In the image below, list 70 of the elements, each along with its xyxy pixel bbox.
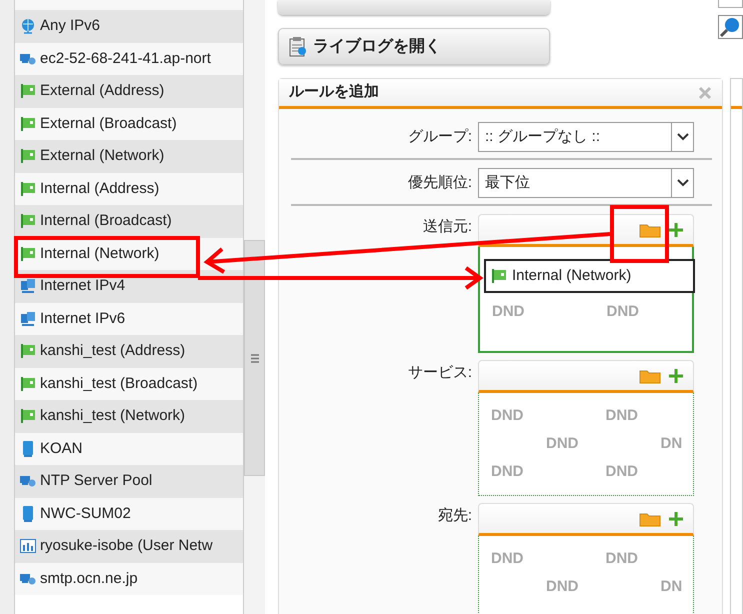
list-item[interactable]: Internal (Broadcast) [15,205,243,238]
list-item[interactable]: NWC-SUM02 [15,498,243,530]
field-label: 送信元: [422,217,472,237]
list-item[interactable]: kanshi_test (Broadcast) [15,368,243,400]
watermark-text: DND [606,549,638,569]
flag-icon [20,408,36,424]
watermark-text: DND [491,406,524,426]
zone-item[interactable]: Internal (Network) [484,259,695,293]
search-icon[interactable] [718,15,743,39]
flag-icon [20,148,36,164]
watermark-text: DND [546,434,578,454]
field-label: 優先順位: [406,172,472,193]
flag-icon [20,343,36,360]
dropdown[interactable]: :: グループなし :: [478,122,694,152]
list-item[interactable]: NTP Server Pool [15,465,243,498]
watermark-text: DND [546,577,578,597]
watermark-text: DND [491,462,524,482]
clipboard-icon [289,36,307,56]
list-item[interactable]: ec2-52-68-241-41.ap-nort [15,42,243,75]
list-item[interactable]: KOAN [15,432,243,465]
watermark-text: DND [492,302,524,322]
close-icon[interactable] [698,86,712,100]
live-log-button[interactable]: ライブログを開く [278,28,550,65]
flag-icon [20,180,36,197]
list-item[interactable]: Any IPv6 [15,10,243,42]
list-item[interactable]: Internal (Address) [15,172,243,205]
toolbar-box [718,0,743,8]
computer-icon [20,473,36,490]
field-label: 宛先: [436,506,472,526]
watermark-text: DN [660,577,682,597]
user-network-icon [20,538,36,554]
field-label: グループ: [406,126,472,147]
flag-icon [20,376,36,392]
plus-icon[interactable] [669,512,683,526]
list-item[interactable]: External (Network) [15,140,243,172]
folder-icon[interactable] [639,368,661,384]
network-icon [20,310,36,327]
dropdown[interactable]: 最下位 [478,168,694,198]
plus-icon[interactable] [669,222,683,236]
folder-icon[interactable] [639,510,661,526]
flag-icon [20,213,36,230]
plus-icon[interactable] [669,368,683,382]
flag-icon [20,116,36,132]
flag-icon [491,268,507,284]
scrollbar-thumb[interactable] [244,240,265,476]
network-icon [20,278,36,294]
watermark-text: DN [660,434,682,454]
list-item[interactable]: kanshi_test (Network) [15,400,243,432]
list-item[interactable]: External (Broadcast) [15,108,243,140]
folder-icon[interactable] [639,222,661,238]
chevron-down-icon [676,179,688,187]
chevron-down-icon [676,133,688,141]
panel-title: ルールを追加 [289,82,379,102]
list-item[interactable]: ryosuke-isobe (User Netw [15,530,243,562]
list-item[interactable]: smtp.ocn.ne.jp [15,562,243,595]
flag-icon [20,83,36,100]
flag-icon [20,246,36,262]
watermark-text: DND [606,462,638,482]
globe-icon [20,18,36,34]
list-item[interactable]: Internet IPv6 [15,302,243,335]
list-item[interactable]: kanshi_test (Address) [15,335,243,368]
watermark-text: DND [491,549,524,569]
watermark-text: DND [606,406,638,426]
field-label: サービス: [406,363,472,383]
server-icon [20,440,36,457]
grip-icon [250,354,258,362]
highlight-box [610,205,669,263]
server-icon [20,506,36,522]
watermark-text: DND [606,302,639,322]
list-item[interactable]: External (Address) [15,75,243,108]
